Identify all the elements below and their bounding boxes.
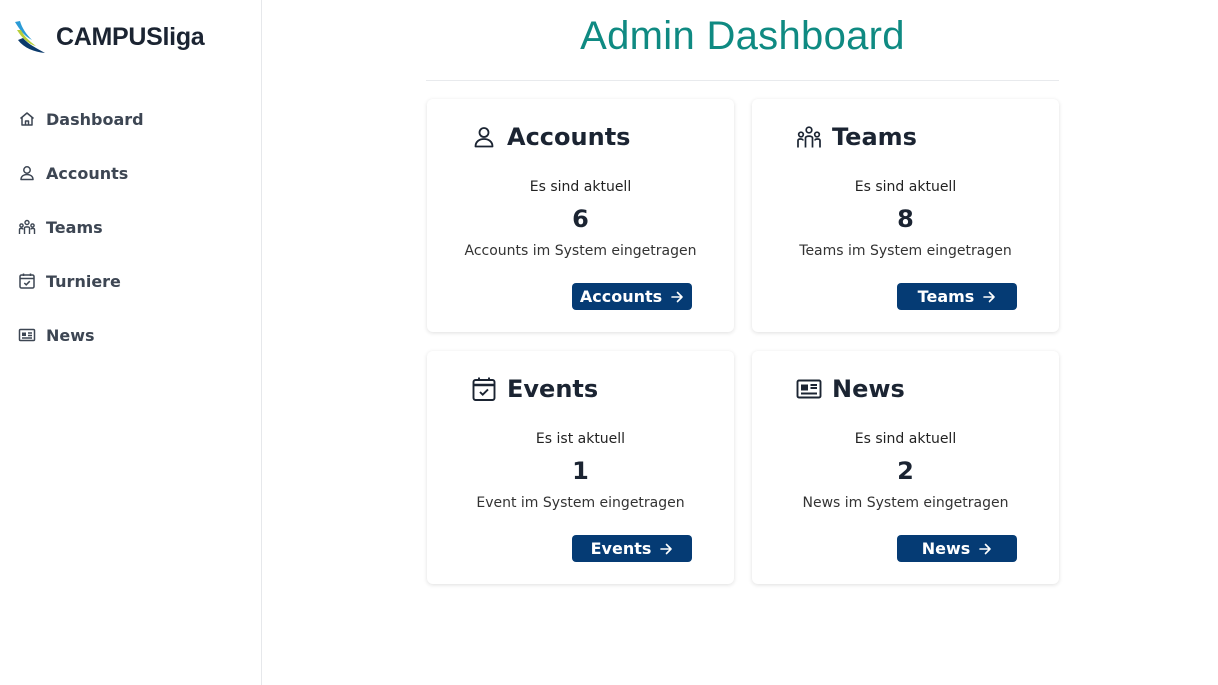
events-card: Events Es ist aktuell 1 Event im System … <box>427 351 734 584</box>
arrow-right-icon <box>983 291 996 302</box>
card-description: Teams im System eingetragen <box>799 243 1012 259</box>
calendar-check-icon <box>472 377 496 401</box>
card-title: Accounts <box>507 123 631 151</box>
card-description: News im System eingetragen <box>802 495 1009 511</box>
arrow-right-icon <box>671 291 683 302</box>
calendar-check-icon <box>19 273 35 289</box>
card-header: Events <box>471 375 598 403</box>
sidebar-item-accounts[interactable]: Accounts <box>18 146 248 200</box>
card-count: 8 <box>897 205 914 233</box>
card-header: News <box>796 375 905 403</box>
team-icon <box>797 126 821 148</box>
team-icon <box>18 219 36 234</box>
card-intro-text: Es ist aktuell <box>535 431 626 447</box>
sidebar: CAMPUSliga Dashboard Accounts Teams Turn… <box>0 0 262 685</box>
sidebar-item-label: Teams <box>46 217 103 237</box>
sidebar-item-label: Accounts <box>46 163 129 183</box>
card-intro-text: Es sind aktuell <box>529 179 632 195</box>
arrow-right-icon <box>660 543 673 554</box>
card-title: Events <box>507 375 599 403</box>
button-label: Events <box>590 539 652 558</box>
teams-button[interactable]: Teams <box>897 283 1017 310</box>
card-intro-text: Es sind aktuell <box>854 431 957 447</box>
sidebar-item-dashboard[interactable]: Dashboard <box>18 92 248 146</box>
accounts-card: Accounts Es sind aktuell 6 Accounts im S… <box>427 99 734 332</box>
sidebar-item-label: Turniere <box>46 271 121 291</box>
events-button[interactable]: Events <box>572 535 692 562</box>
arrow-right-icon <box>979 543 992 554</box>
page-title: Admin Dashboard <box>580 14 905 58</box>
brand-name: CAMPUSliga <box>56 22 205 51</box>
card-intro-text: Es sind aktuell <box>854 179 957 195</box>
sidebar-item-label: Dashboard <box>46 109 144 129</box>
accounts-button[interactable]: Accounts <box>572 283 692 310</box>
button-label: Teams <box>917 287 975 306</box>
card-count: 1 <box>572 457 589 485</box>
button-label: Accounts <box>579 287 663 306</box>
sidebar-item-news[interactable]: News <box>18 308 248 362</box>
card-description: Event im System eingetragen <box>476 495 685 511</box>
card-count: 6 <box>572 205 589 233</box>
card-description: Accounts im System eingetragen <box>464 243 697 259</box>
teams-card: Teams Es sind aktuell 8 Teams im System … <box>752 99 1059 332</box>
brand[interactable]: CAMPUSliga <box>14 20 205 54</box>
sidebar-item-label: News <box>46 325 95 345</box>
app-root: CAMPUSliga Dashboard Accounts Teams Turn… <box>0 0 1218 685</box>
home-icon <box>20 112 34 126</box>
user-icon <box>20 166 34 181</box>
sidebar-nav: Dashboard Accounts Teams Turniere News <box>18 92 248 362</box>
title-divider <box>426 80 1059 81</box>
news-button[interactable]: News <box>897 535 1017 562</box>
card-title: Teams <box>832 123 917 151</box>
campusliga-logo-icon <box>15 21 45 53</box>
user-icon <box>474 127 494 148</box>
sidebar-item-teams[interactable]: Teams <box>18 200 248 254</box>
sidebar-item-turniere[interactable]: Turniere <box>18 254 248 308</box>
newspaper-icon <box>796 379 822 399</box>
card-title: News <box>832 375 905 403</box>
card-header: Teams <box>796 123 917 151</box>
card-count: 2 <box>897 457 914 485</box>
news-card: News Es sind aktuell 2 News im System ei… <box>752 351 1059 584</box>
newspaper-icon <box>18 328 36 342</box>
card-header: Accounts <box>471 123 630 151</box>
button-label: News <box>921 539 971 558</box>
